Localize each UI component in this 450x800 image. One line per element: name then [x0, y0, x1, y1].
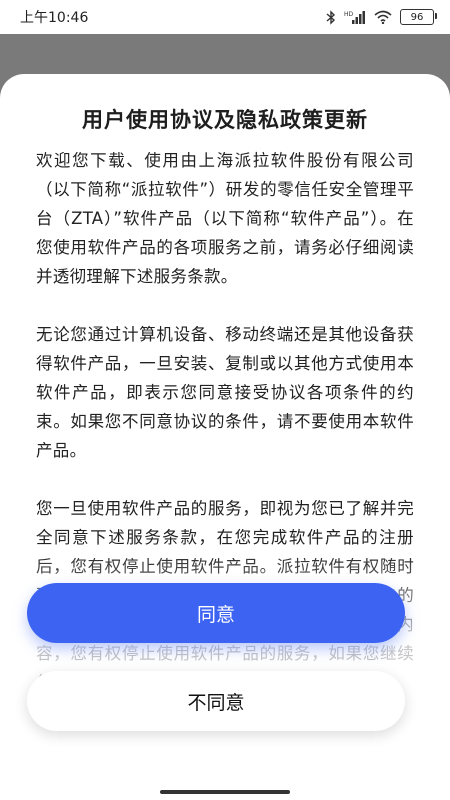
- disagree-button[interactable]: 不同意: [27, 671, 405, 731]
- signal-icon: HD: [344, 10, 366, 24]
- network-label: HD: [344, 11, 354, 18]
- status-bar: 上午10:46 HD 96: [0, 0, 450, 34]
- battery-icon: 96: [400, 9, 437, 25]
- agreement-paragraph: 无论您通过计算机设备、移动终端还是其他设备获得软件产品，一旦安装、复制或以其他方…: [36, 325, 414, 460]
- dialog-title: 用户使用协议及隐私政策更新: [82, 108, 368, 132]
- wifi-icon: [374, 10, 392, 24]
- agree-button[interactable]: 同意: [27, 583, 405, 643]
- bluetooth-icon: [326, 9, 336, 25]
- agreement-paragraph: 欢迎您下载、使用由上海派拉软件股份有限公司（以下简称“派拉软件”）研发的零信任安…: [36, 151, 414, 286]
- home-indicator[interactable]: [160, 790, 290, 794]
- status-time: 上午10:46: [20, 10, 89, 26]
- status-icons: HD 96: [326, 9, 437, 25]
